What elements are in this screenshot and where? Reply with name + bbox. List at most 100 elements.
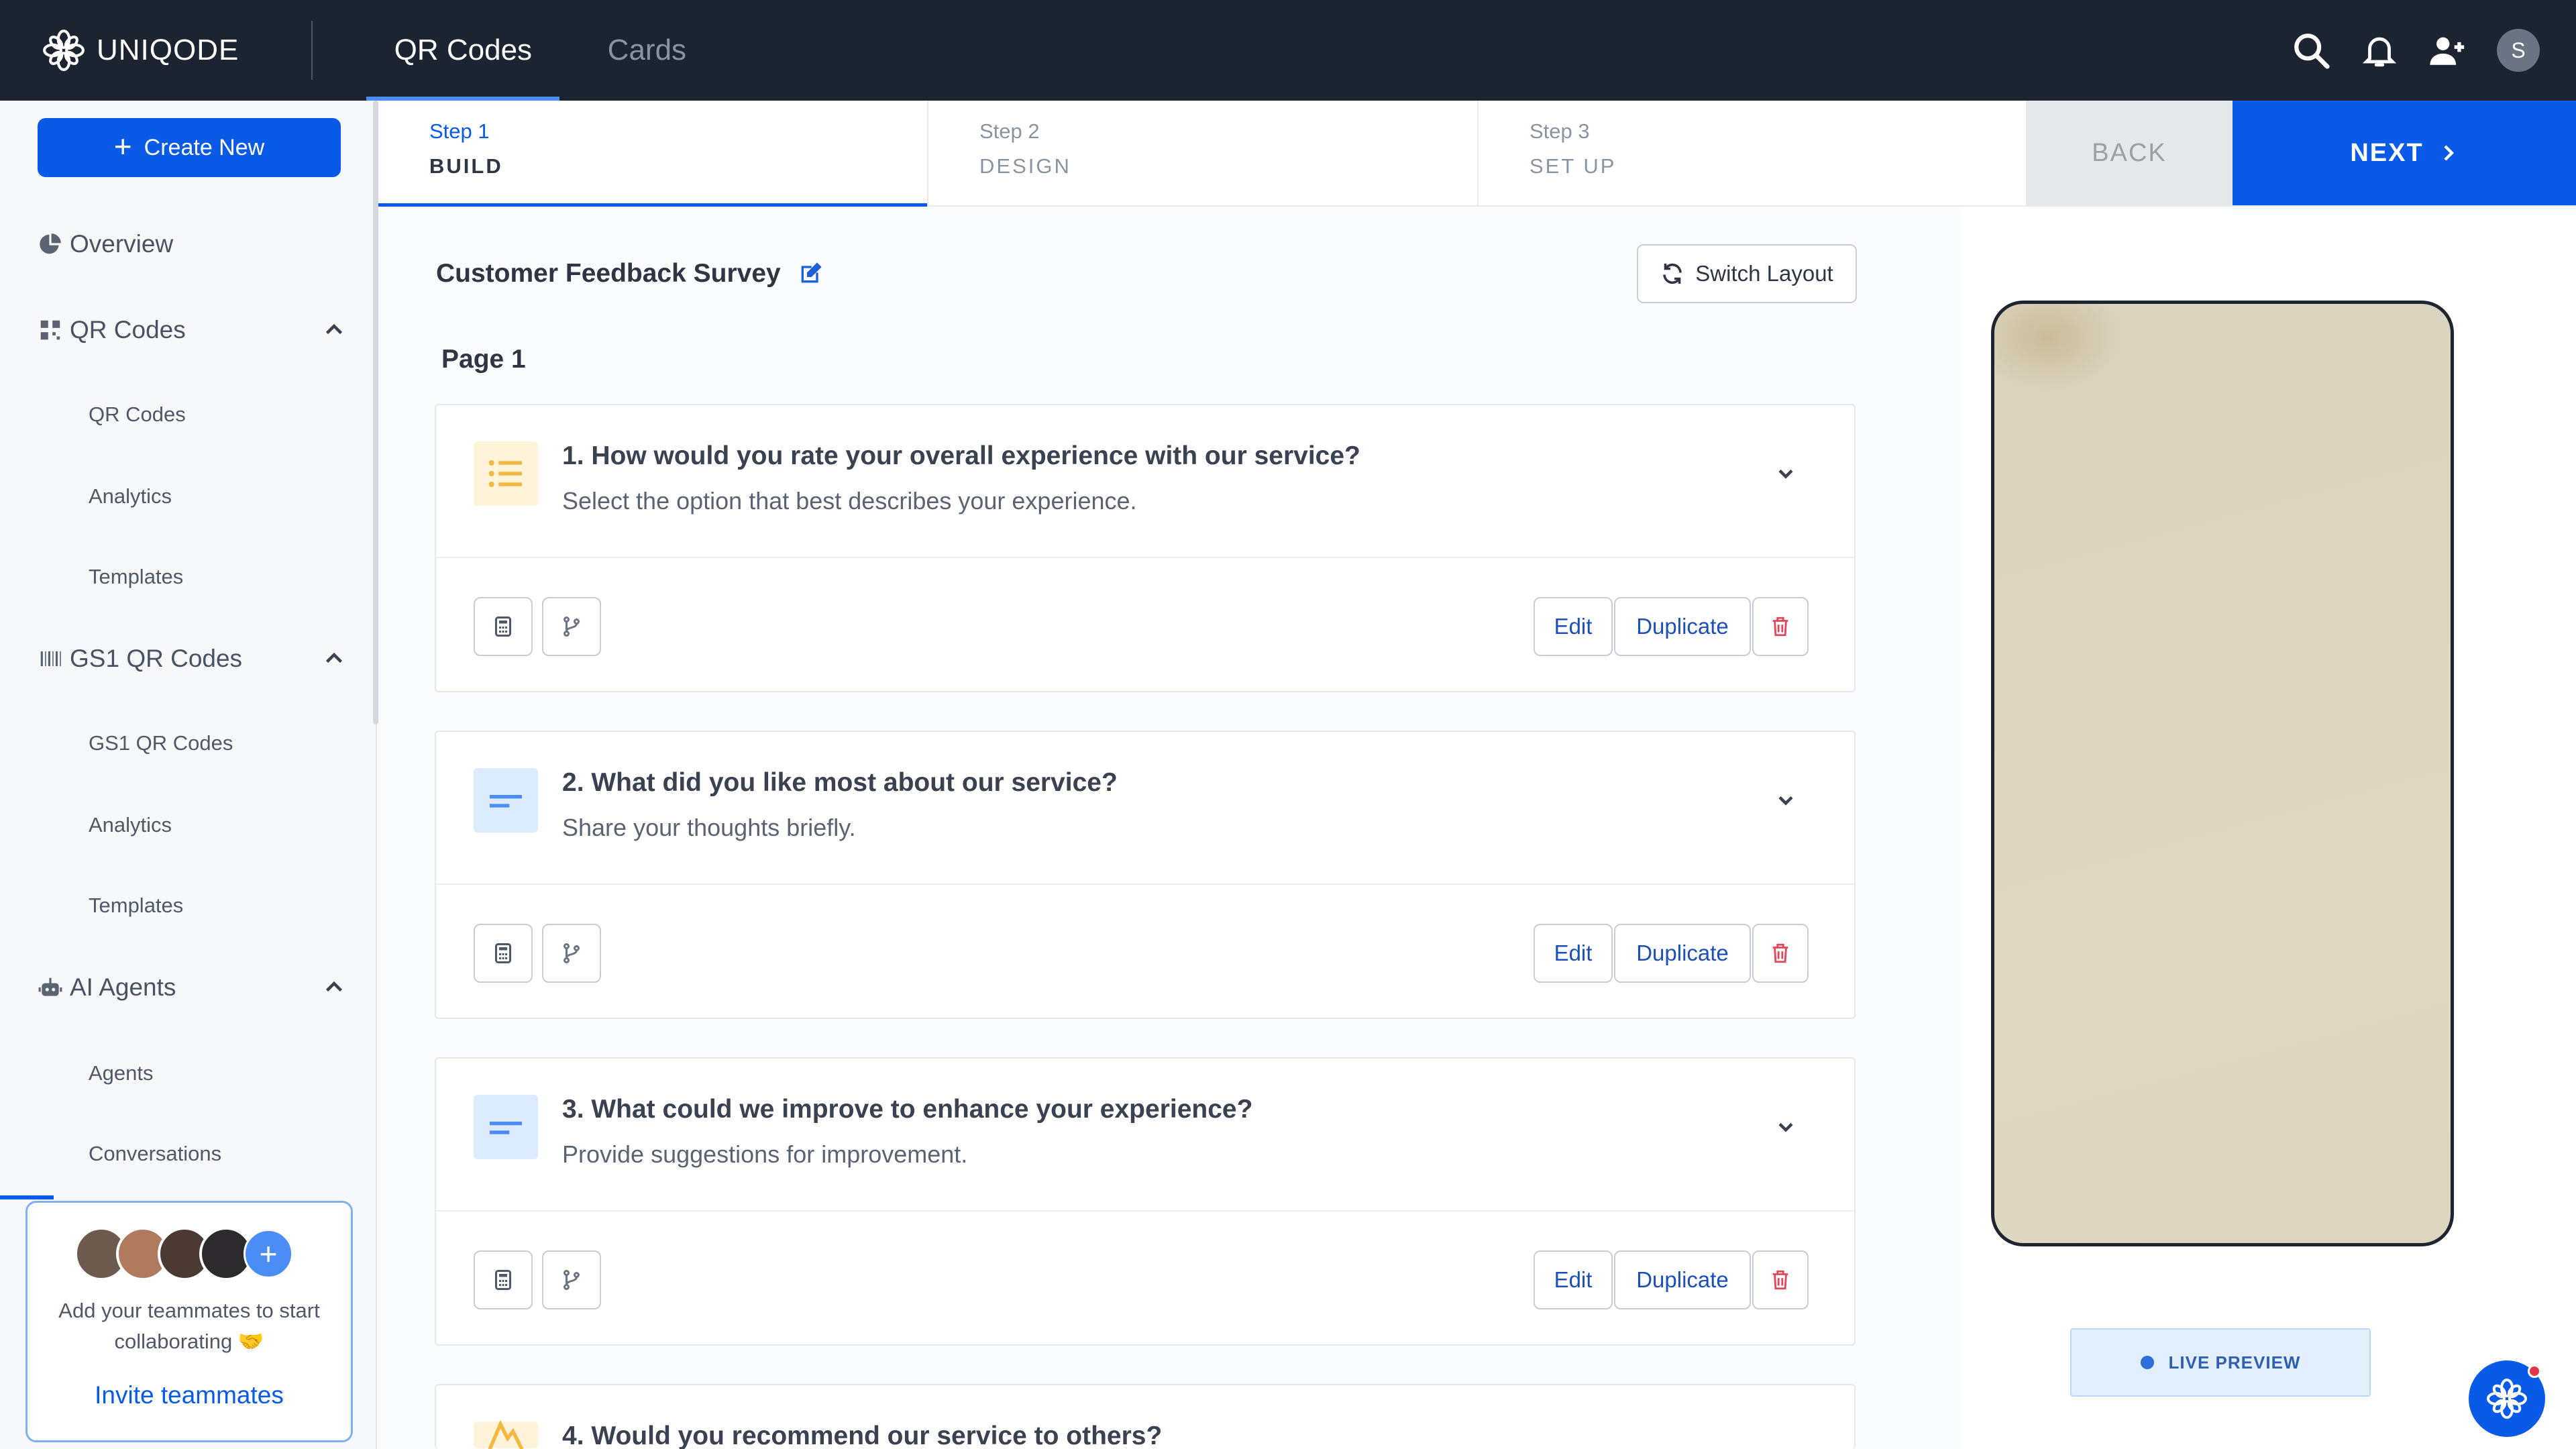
pie-chart-icon <box>38 231 70 257</box>
question-header[interactable]: 1. How would you rate your overall exper… <box>436 405 1854 558</box>
phone-preview <box>1991 301 2454 1246</box>
tab-qr-codes[interactable]: QR Codes <box>366 0 560 101</box>
edit-button[interactable]: Edit <box>1534 924 1613 983</box>
duplicate-button[interactable]: Duplicate <box>1614 597 1751 656</box>
step-build[interactable]: Step 1 BUILD <box>378 101 927 207</box>
edit-icon[interactable] <box>797 260 824 287</box>
sidebar-section-label: AI Agents <box>70 973 176 1001</box>
delete-button[interactable] <box>1752 1250 1809 1309</box>
sidebar-item-conversations[interactable]: Conversations <box>89 1134 221 1174</box>
top-actions: S <box>2292 0 2540 101</box>
branch-icon <box>564 616 580 637</box>
create-new-label: Create New <box>144 134 265 160</box>
back-button[interactable]: BACK <box>2026 101 2233 205</box>
question-card: 4. Would you recommend our service to ot… <box>435 1384 1856 1449</box>
sidebar-item-qr-templates[interactable]: Templates <box>89 557 183 597</box>
thumb-icon <box>474 1419 538 1449</box>
question-header[interactable]: 2. What did you like most about our serv… <box>436 732 1854 885</box>
next-button[interactable]: NEXT <box>2233 101 2576 205</box>
uniqode-logo-icon <box>2487 1379 2527 1419</box>
chevron-down-icon[interactable] <box>1774 1115 1798 1142</box>
survey-builder: Customer Feedback Survey Switch Layout P… <box>378 207 1962 1449</box>
trash-icon <box>1772 616 1788 637</box>
question-title: 3. What could we improve to enhance your… <box>562 1095 1253 1124</box>
calculator-button[interactable] <box>474 597 533 656</box>
survey-title: Customer Feedback Survey <box>436 259 824 288</box>
calculator-button[interactable] <box>474 924 533 983</box>
step-number: Step 2 <box>979 119 1040 143</box>
create-new-button[interactable]: + Create New <box>38 118 341 177</box>
invite-teammates-link[interactable]: Invite teammates <box>28 1381 351 1409</box>
sidebar-section-gs1[interactable]: GS1 QR Codes <box>38 632 346 686</box>
bell-icon[interactable] <box>2360 31 2399 70</box>
chevron-down-icon[interactable] <box>1774 462 1798 489</box>
delete-button[interactable] <box>1752 924 1809 983</box>
add-teammate-icon[interactable]: + <box>244 1229 293 1279</box>
step-name: BUILD <box>429 154 503 178</box>
chevron-up-icon[interactable] <box>322 647 346 677</box>
question-subtitle: Share your thoughts briefly. <box>562 814 856 841</box>
step-name: SET UP <box>1529 154 1617 178</box>
question-title: 4. Would you recommend our service to ot… <box>562 1421 1163 1449</box>
branch-logic-button[interactable] <box>542 924 601 983</box>
sidebar-section-ai-agents[interactable]: AI Agents <box>38 961 346 1014</box>
user-avatar[interactable]: S <box>2497 29 2540 72</box>
step-number: Step 3 <box>1529 119 1590 143</box>
branch-icon <box>564 1270 580 1290</box>
teammate-avatars: + <box>74 1227 293 1281</box>
sidebar-scroll-indicator <box>0 1195 54 1199</box>
live-preview-button[interactable]: LIVE PREVIEW <box>2070 1328 2371 1397</box>
switch-layout-button[interactable]: Switch Layout <box>1637 244 1857 303</box>
duplicate-button[interactable]: Duplicate <box>1614 1250 1751 1309</box>
branch-icon <box>564 943 580 963</box>
question-header[interactable]: 3. What could we improve to enhance your… <box>436 1059 1854 1212</box>
preview-panel: LIVE PREVIEW <box>1962 207 2576 1449</box>
sidebar-item-agents[interactable]: Agents <box>89 1053 154 1093</box>
sidebar-item-label: Overview <box>70 230 174 258</box>
sidebar-item-gs1-codes[interactable]: GS1 QR Codes <box>89 723 233 763</box>
chevron-up-icon[interactable] <box>322 318 346 348</box>
live-preview-label: LIVE PREVIEW <box>2168 1352 2301 1373</box>
sidebar-item-qr-analytics[interactable]: Analytics <box>89 476 172 517</box>
sidebar-item-qr-codes[interactable]: QR Codes <box>89 394 186 435</box>
preview-decoration <box>1994 304 2122 391</box>
step-setup[interactable]: Step 3 SET UP <box>1479 101 2027 205</box>
top-divider <box>311 21 313 80</box>
switch-layout-label: Switch Layout <box>1695 261 1833 286</box>
trash-icon <box>1772 943 1788 963</box>
list-icon <box>474 441 538 506</box>
help-chat-button[interactable] <box>2469 1360 2545 1437</box>
question-card: 1. How would you rate your overall exper… <box>435 404 1856 692</box>
step-design[interactable]: Step 2 DESIGN <box>928 101 1477 205</box>
question-subtitle: Select the option that best describes yo… <box>562 487 1137 515</box>
add-user-icon[interactable] <box>2428 31 2467 70</box>
sidebar-item-gs1-templates[interactable]: Templates <box>89 885 183 926</box>
sidebar-section-label: QR Codes <box>70 316 186 343</box>
brand-logo[interactable]: UNIQODE <box>42 0 239 101</box>
calculator-icon <box>495 943 511 963</box>
chevron-up-icon[interactable] <box>322 975 346 1006</box>
calculator-button[interactable] <box>474 1250 533 1309</box>
duplicate-button[interactable]: Duplicate <box>1614 924 1751 983</box>
sidebar-scrollbar[interactable] <box>373 101 378 724</box>
chevron-down-icon[interactable] <box>1774 788 1798 816</box>
tab-cards[interactable]: Cards <box>600 0 694 101</box>
robot-icon <box>38 975 70 1000</box>
edit-button[interactable]: Edit <box>1534 597 1613 656</box>
step-name: DESIGN <box>979 154 1071 178</box>
brand-name: UNIQODE <box>97 34 239 66</box>
delete-button[interactable] <box>1752 597 1809 656</box>
invite-teammates-card: + Add your teammates to start collaborat… <box>25 1201 353 1442</box>
question-title: 2. What did you like most about our serv… <box>562 768 1118 797</box>
edit-button[interactable]: Edit <box>1534 1250 1613 1309</box>
search-icon[interactable] <box>2292 31 2330 70</box>
branch-logic-button[interactable] <box>542 597 601 656</box>
step-number: Step 1 <box>429 119 490 143</box>
sidebar-item-gs1-analytics[interactable]: Analytics <box>89 805 172 845</box>
question-title: 1. How would you rate your overall exper… <box>562 441 1360 470</box>
sidebar-item-overview[interactable]: Overview <box>38 217 346 271</box>
page-label: Page 1 <box>441 345 526 374</box>
branch-logic-button[interactable] <box>542 1250 601 1309</box>
sidebar-section-qr-codes[interactable]: QR Codes <box>38 303 346 357</box>
next-label: NEXT <box>2350 138 2424 167</box>
